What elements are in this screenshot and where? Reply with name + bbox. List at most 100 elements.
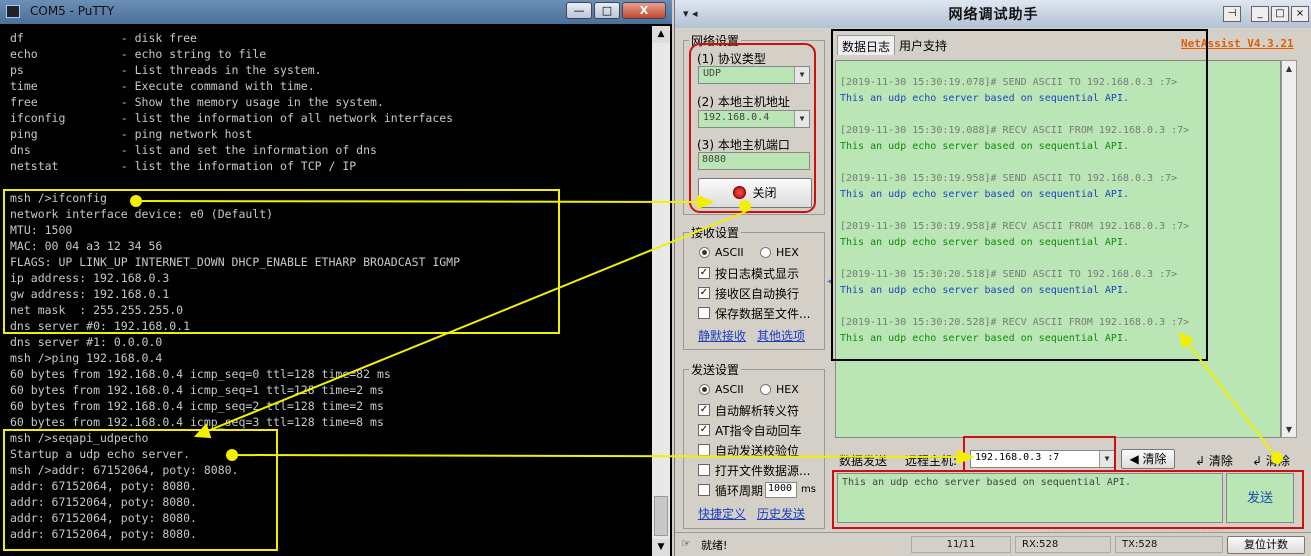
send-ascii-radio[interactable] — [699, 384, 710, 395]
log-entry-header: [2019-11-30 15:30:20.518]# SEND ASCII TO… — [840, 269, 1178, 280]
tab-data-log[interactable]: 数据日志 — [837, 35, 896, 55]
netassist-window: ▾ ◂ 网络调试助手 ⊣ _ □ × 网络设置 (1) 协议类型 UDP ▼ (2… — [674, 0, 1311, 556]
brand-link[interactable]: NetAssist V4.3.21 — [1181, 37, 1294, 50]
shortcut-link[interactable]: 快捷定义 — [698, 505, 746, 522]
loop-checkbox[interactable] — [698, 484, 710, 496]
log-mode-checkbox[interactable]: ✓ — [698, 267, 710, 279]
at-command-label: AT指令自动回车 — [715, 424, 802, 438]
loop-unit: ms — [801, 484, 816, 495]
maximize-button[interactable]: □ — [1271, 6, 1289, 22]
silent-receive-link[interactable]: 静默接收 — [698, 327, 746, 344]
open-file-checkbox[interactable] — [698, 464, 710, 476]
recv-ascii-label: ASCII — [715, 246, 744, 259]
protocol-select[interactable]: UDP ▼ — [698, 66, 810, 84]
close-connection-button[interactable]: 关闭 — [698, 178, 812, 208]
scroll-up-icon[interactable]: ▲ — [1282, 61, 1296, 76]
save-file-checkbox[interactable] — [698, 307, 710, 319]
terminal-line: addr: 67152064, poty: 8080. — [10, 527, 197, 541]
log-entry-message: This an udp echo server based on sequent… — [840, 237, 1129, 248]
terminal-line: time - Execute command with time. — [10, 79, 315, 93]
tab-user-support[interactable]: 用户支持 — [895, 35, 951, 55]
ready-icon: ☞ — [681, 537, 691, 550]
receive-log-panel[interactable]: [2019-11-30 15:30:19.078]# SEND ASCII TO… — [835, 60, 1281, 438]
close-button[interactable]: X — [622, 2, 666, 19]
send-hex-label: HEX — [776, 383, 799, 396]
save-file-label: 保存数据至文件... — [715, 307, 811, 321]
putty-titlebar[interactable]: COM5 - PuTTY — □ X — [0, 0, 672, 24]
terminal-line: msh />ifconfig — [10, 191, 107, 205]
status-ready: 就绪! — [701, 539, 728, 552]
terminal-line: echo - echo string to file — [10, 47, 267, 61]
terminal-line: ip address: 192.168.0.3 — [10, 271, 170, 285]
terminal-line: network interface device: e0 (Default) — [10, 207, 274, 221]
terminal-scrollbar[interactable]: ▲ ▼ — [652, 26, 670, 556]
scroll-thumb[interactable] — [654, 496, 668, 536]
log-entry-message: This an udp echo server based on sequent… — [840, 141, 1129, 152]
terminal-line: msh />seqapi_udpecho — [10, 431, 149, 445]
terminal-line: 60 bytes from 192.168.0.4 icmp_seq=2 ttl… — [10, 399, 384, 413]
data-send-label: 数据发送 — [839, 454, 888, 468]
remote-host-value: 192.168.0.3 :7 — [975, 452, 1060, 463]
terminal-line: free - Show the memory usage in the syst… — [10, 95, 384, 109]
status-count: 11/11 — [911, 536, 1011, 553]
close-button[interactable]: × — [1291, 6, 1309, 22]
local-port-input[interactable]: 8080 — [698, 152, 810, 170]
minimize-button[interactable]: — — [566, 2, 592, 19]
log-entry-header: [2019-11-30 15:30:19.078]# SEND ASCII TO… — [840, 77, 1178, 88]
send-hex-radio[interactable] — [760, 384, 771, 395]
status-bar: ☞ 就绪! 11/11 RX:528 TX:528 复位计数 — [675, 532, 1311, 556]
chevron-down-icon[interactable]: ▼ — [1099, 451, 1114, 467]
local-ip-label: (2) 本地主机地址 — [697, 95, 790, 109]
scroll-up-icon[interactable]: ▲ — [652, 26, 670, 43]
other-options-link[interactable]: 其他选项 — [757, 327, 805, 344]
clear-label: 清除 — [1265, 454, 1290, 468]
terminal-line: 60 bytes from 192.168.0.4 icmp_seq=0 ttl… — [10, 367, 391, 381]
scroll-down-icon[interactable]: ▼ — [652, 539, 670, 556]
loop-period-input[interactable]: 1000 — [765, 482, 797, 498]
chevron-down-icon[interactable]: ▼ — [794, 67, 809, 83]
local-ip-select[interactable]: 192.168.0.4 ▼ — [698, 110, 810, 128]
at-command-checkbox[interactable]: ✓ — [698, 424, 710, 436]
log-scrollbar[interactable]: ▲ ▼ — [1281, 60, 1297, 438]
pin-icon[interactable]: ⊣ — [1223, 6, 1241, 22]
remote-host-select[interactable]: 192.168.0.3 :7 ▼ — [970, 450, 1115, 468]
terminal-line: net mask : 255.255.255.0 — [10, 303, 184, 317]
status-rx: RX:528 — [1015, 536, 1111, 553]
terminal-line: dns server #1: 0.0.0.0 — [10, 335, 163, 349]
terminal-line: netstat - list the information of TCP / … — [10, 159, 357, 173]
clear-recv-button[interactable]: ↲ 清除 — [1195, 452, 1233, 469]
send-textarea[interactable]: This an udp echo server based on sequent… — [837, 473, 1223, 523]
recv-ascii-radio[interactable] — [699, 247, 710, 258]
collapse-arrow-icon[interactable]: ◂ — [827, 276, 832, 287]
terminal-line: 60 bytes from 192.168.0.4 icmp_seq=3 ttl… — [10, 415, 384, 429]
terminal-line: MTU: 1500 — [10, 223, 73, 237]
scroll-down-icon[interactable]: ▼ — [1282, 422, 1296, 437]
terminal-line: FLAGS: UP LINK_UP INTERNET_DOWN DHCP_ENA… — [10, 255, 461, 269]
checksum-checkbox[interactable] — [698, 444, 710, 456]
netassist-title: 网络调试助手 — [948, 7, 1039, 23]
maximize-button[interactable]: □ — [594, 2, 620, 19]
recv-hex-radio[interactable] — [760, 247, 771, 258]
terminal-line: addr: 67152064, poty: 8080. — [10, 511, 197, 525]
clear-label: 清除 — [1208, 454, 1233, 468]
undo-icon: ↲ — [1195, 454, 1209, 468]
reset-count-button[interactable]: 复位计数 — [1227, 536, 1305, 554]
clear-send-button[interactable]: ↲ 清除 — [1252, 452, 1290, 469]
open-file-label: 打开文件数据源... — [715, 464, 811, 478]
netassist-titlebar[interactable]: ▾ ◂ 网络调试助手 ⊣ _ □ × — [675, 0, 1311, 28]
minimize-button[interactable]: _ — [1251, 6, 1269, 22]
send-button[interactable]: 发送 — [1226, 473, 1294, 523]
log-entry-message: This an udp echo server based on sequent… — [840, 93, 1129, 104]
chevron-down-icon[interactable]: ▼ — [794, 111, 809, 127]
log-entry-header: [2019-11-30 15:30:20.528]# RECV ASCII FR… — [840, 317, 1190, 328]
terminal-line: ifconfig - list the information of all n… — [10, 111, 454, 125]
terminal-icon — [6, 5, 20, 18]
terminal-output[interactable]: df - disk free echo - echo string to file… — [0, 26, 650, 556]
clear-remote-button[interactable]: ◀ 清除 — [1121, 449, 1175, 469]
auto-wrap-checkbox[interactable]: ✓ — [698, 287, 710, 299]
escape-checkbox[interactable]: ✓ — [698, 404, 710, 416]
log-entry-header: [2019-11-30 15:30:19.958]# RECV ASCII FR… — [840, 221, 1190, 232]
history-link[interactable]: 历史发送 — [757, 505, 805, 522]
red-status-icon — [733, 186, 747, 199]
terminal-line: ps - List threads in the system. — [10, 63, 322, 77]
